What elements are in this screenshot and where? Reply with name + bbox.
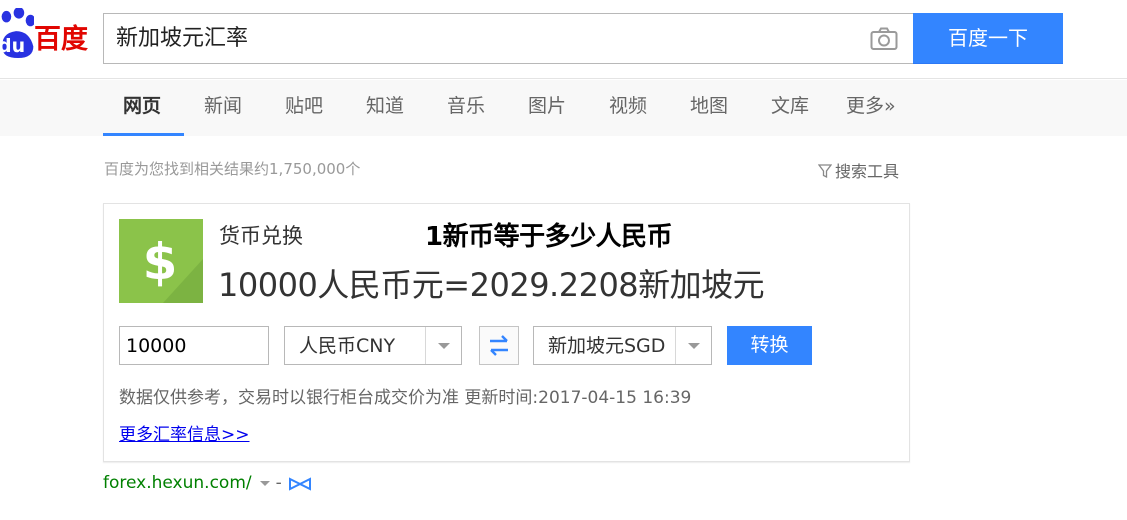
dollar-icon: $ bbox=[119, 219, 203, 303]
currency-converter-card: $ 货币兑换 1新币等于多少人民币 10000人民币元=2029.2208新加坡… bbox=[103, 203, 910, 462]
result-source: forex.hexun.com/ - bbox=[103, 473, 312, 493]
source-url[interactable]: forex.hexun.com/ bbox=[103, 473, 252, 493]
tab-wenku[interactable]: 文库 bbox=[771, 80, 809, 136]
from-currency-value: 人民币CNY bbox=[299, 335, 396, 357]
tab-web[interactable]: 网页 bbox=[103, 80, 184, 136]
baidu-logo[interactable]: du 百度 bbox=[0, 6, 92, 62]
snapshot-icon[interactable] bbox=[288, 477, 312, 491]
convert-button[interactable]: 转换 bbox=[727, 326, 812, 365]
conversion-result: 10000人民币元=2029.2208新加坡元 bbox=[218, 266, 765, 304]
search-button[interactable]: 百度一下 bbox=[913, 13, 1063, 64]
search-box bbox=[103, 13, 914, 64]
tab-music[interactable]: 音乐 bbox=[447, 80, 485, 136]
chevron-down-icon[interactable] bbox=[675, 327, 711, 364]
tab-bar: 网页 新闻 贴吧 知道 音乐 图片 视频 地图 文库 更多» bbox=[0, 80, 1127, 136]
tab-images[interactable]: 图片 bbox=[528, 80, 566, 136]
chevron-down-icon[interactable] bbox=[425, 327, 461, 364]
logo-text: 百度 bbox=[34, 24, 88, 55]
disclaimer-text: 数据仅供参考，交易时以银行柜台成交价为准 更新时间:2017-04-15 16:… bbox=[119, 388, 692, 408]
filter-icon bbox=[818, 164, 832, 179]
source-dash: - bbox=[275, 473, 282, 493]
svg-text:$: $ bbox=[143, 233, 178, 291]
more-rates-link[interactable]: 更多汇率信息>> bbox=[119, 420, 250, 445]
search-tools-label: 搜索工具 bbox=[835, 162, 900, 181]
swap-currency-button[interactable] bbox=[479, 326, 519, 365]
tab-more[interactable]: 更多» bbox=[846, 80, 896, 136]
camera-icon[interactable] bbox=[870, 27, 898, 51]
tab-zhidao[interactable]: 知道 bbox=[366, 80, 404, 136]
tab-news[interactable]: 新闻 bbox=[204, 80, 242, 136]
amount-input[interactable] bbox=[119, 326, 269, 365]
tab-tieba[interactable]: 贴吧 bbox=[285, 80, 323, 136]
tab-video[interactable]: 视频 bbox=[609, 80, 647, 136]
from-currency-select[interactable]: 人民币CNY bbox=[284, 326, 462, 365]
question-overlay: 1新币等于多少人民币 bbox=[425, 222, 673, 252]
search-input[interactable] bbox=[116, 14, 856, 63]
tab-map[interactable]: 地图 bbox=[690, 80, 728, 136]
to-currency-value: 新加坡元SGD bbox=[548, 335, 666, 357]
to-currency-select[interactable]: 新加坡元SGD bbox=[533, 326, 712, 365]
header: du 百度 百度一下 bbox=[0, 0, 1127, 79]
swap-icon bbox=[490, 335, 508, 356]
search-tools[interactable]: 搜索工具 bbox=[818, 158, 899, 182]
logo-du-text: du bbox=[0, 35, 26, 57]
chevron-down-icon[interactable] bbox=[259, 481, 270, 486]
card-title: 货币兑换 bbox=[219, 224, 303, 248]
result-count: 百度为您找到相关结果约1,750,000个 bbox=[104, 160, 361, 178]
